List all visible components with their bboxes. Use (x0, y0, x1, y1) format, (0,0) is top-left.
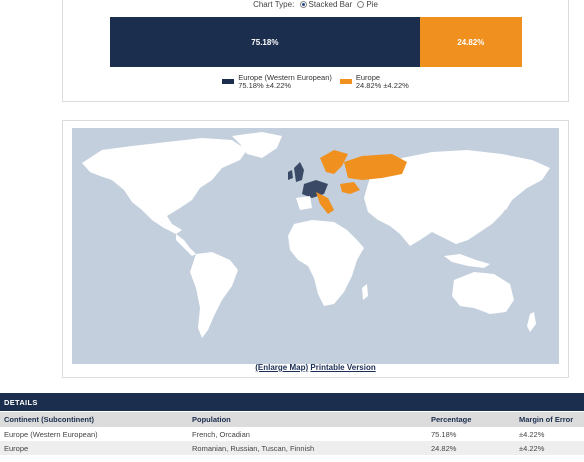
western-europe-region (288, 162, 328, 198)
printable-version-link[interactable]: Printable Version (310, 363, 375, 372)
chart-type-label: Chart Type: (253, 0, 295, 9)
north-america-land (82, 138, 247, 234)
column-header-population: Population (188, 412, 427, 427)
legend-value: 75.18% ±4.22% (238, 80, 292, 90)
new-zealand-land (527, 312, 536, 332)
legend-value: 24.82% ±4.22% (355, 80, 409, 90)
cell-population: French, Orcadian (192, 429, 250, 439)
pie-label[interactable]: Pie (366, 0, 378, 9)
table-header-row: Continent (Subcontinent) Population Perc… (0, 412, 584, 427)
stacked-bar-radio[interactable] (299, 1, 307, 8)
africa-land (288, 220, 364, 306)
legend-item: Europe (Western European) 75.18% ±4.22% (222, 74, 332, 90)
world-map[interactable] (72, 128, 559, 364)
map-panel: (Enlarge Map) Printable Version (62, 120, 569, 378)
legend-item: Europe 24.82% ±4.22% (339, 74, 409, 90)
chart-panel: Chart Type: Stacked Bar Pie 75.18% 24.82%… (62, 0, 569, 102)
cell-population: Romanian, Russian, Tuscan, Finnish (188, 441, 427, 455)
world-map-svg (82, 132, 550, 338)
details-header: DETAILS (0, 393, 584, 411)
bar-segment-western-european[interactable]: 75.18% (110, 17, 420, 67)
map-links: (Enlarge Map) Printable Version (63, 363, 568, 372)
cell-margin: ±4.22% (519, 429, 545, 439)
stacked-bar-label[interactable]: Stacked Bar (309, 0, 353, 9)
table-row: Europe Romanian, Russian, Tuscan, Finnis… (0, 441, 584, 455)
central-america-land (176, 234, 196, 256)
madagascar-land (362, 284, 368, 300)
legend-text: Europe 24.82% ±4.22% (356, 74, 409, 90)
cell-percentage: 75.18% (431, 429, 457, 439)
bar-segment-europe[interactable]: 24.82% (419, 17, 522, 67)
legend-swatch (222, 79, 235, 85)
cell-margin: ±4.22% (515, 441, 584, 455)
legend-swatch (339, 79, 352, 85)
details-table: Continent (Subcontinent) Population Perc… (0, 412, 584, 455)
column-header-percentage: Percentage (427, 412, 515, 427)
column-header-margin: Margin of Error (515, 412, 584, 427)
table-row: Europe (Western European) French, Orcadi… (0, 427, 584, 441)
column-header-continent: Continent (Subcontinent) (0, 412, 188, 427)
chart-legend: Europe (Western European) 75.18% ±4.22% Eu… (63, 74, 568, 90)
bar-segment-label: 75.18% (251, 37, 279, 47)
bar-segment-label: 24.82% (457, 37, 485, 47)
enlarge-map-link[interactable]: (Enlarge Map) (255, 363, 308, 372)
south-america-land (190, 252, 238, 338)
stacked-bar-chart: 75.18% 24.82% (110, 17, 522, 67)
cell-continent: Europe (Western European) (4, 429, 98, 439)
australia-land (452, 272, 514, 314)
legend-text: Europe (Western European) 75.18% ±4.22% (238, 74, 332, 90)
cell-percentage: 24.82% (427, 441, 515, 455)
cell-continent: Europe (0, 441, 188, 455)
pie-radio[interactable] (357, 1, 365, 8)
indonesia-land (444, 254, 490, 268)
iberia-land (296, 196, 312, 210)
chart-type-selector: Chart Type: Stacked Bar Pie (63, 0, 568, 9)
